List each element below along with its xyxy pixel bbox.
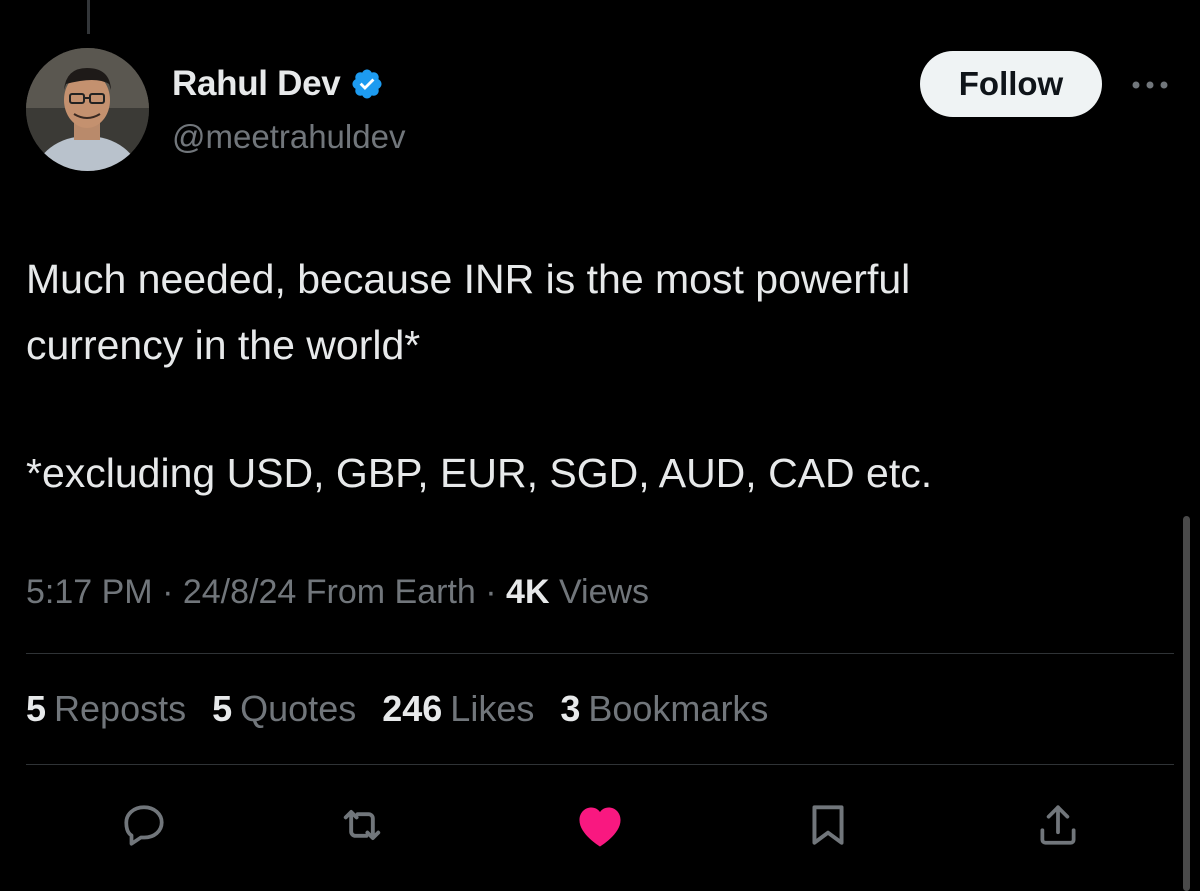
tweet-text: Much needed, because INR is the most pow…: [26, 246, 1156, 506]
heart-icon[interactable]: [570, 795, 630, 855]
author-handle[interactable]: @meetrahuldev: [172, 118, 405, 156]
meta-separator: ·: [485, 573, 497, 611]
tweet-actions-bar: [0, 795, 1200, 855]
follow-button[interactable]: Follow: [920, 51, 1102, 117]
stat-quotes[interactable]: 5 Quotes: [212, 688, 356, 730]
tweet-location: From Earth: [305, 573, 476, 611]
reply-icon[interactable]: [114, 795, 174, 855]
scrollbar[interactable]: [1183, 516, 1190, 891]
divider: [26, 764, 1174, 765]
meta-separator: ·: [162, 573, 174, 611]
author-name[interactable]: Rahul Dev: [172, 64, 341, 104]
thread-connector-line: [87, 0, 90, 34]
views-label: Views: [558, 573, 650, 611]
verified-badge-icon: [350, 67, 384, 101]
repost-icon[interactable]: [332, 795, 392, 855]
stat-reposts[interactable]: 5 Reposts: [26, 688, 186, 730]
tweet-footnote: *excluding USD, GBP, EUR, SGD, AUD, CAD …: [26, 450, 933, 496]
stat-bookmarks[interactable]: 3 Bookmarks: [560, 688, 768, 730]
tweet-line: currency in the world*: [26, 322, 421, 368]
views-count: 4K: [506, 573, 550, 611]
tweet-time[interactable]: 5:17 PM: [26, 573, 153, 611]
avatar[interactable]: [26, 48, 149, 171]
divider: [26, 653, 1174, 654]
more-horizontal-icon[interactable]: [1128, 70, 1172, 100]
tweet-date[interactable]: 24/8/24: [183, 573, 296, 611]
stat-likes[interactable]: 246 Likes: [382, 688, 534, 730]
tweet-line: Much needed, because INR is the most pow…: [26, 256, 911, 302]
engagement-stats: 5 Reposts 5 Quotes 246 Likes 3 Bookmarks: [26, 688, 768, 730]
bookmark-icon[interactable]: [798, 795, 858, 855]
author-name-row[interactable]: Rahul Dev: [172, 64, 384, 104]
tweet-metadata: 5:17 PM · 24/8/24 From Earth · 4K Views: [26, 573, 649, 612]
avatar-image: [26, 48, 149, 171]
share-icon[interactable]: [1028, 795, 1088, 855]
